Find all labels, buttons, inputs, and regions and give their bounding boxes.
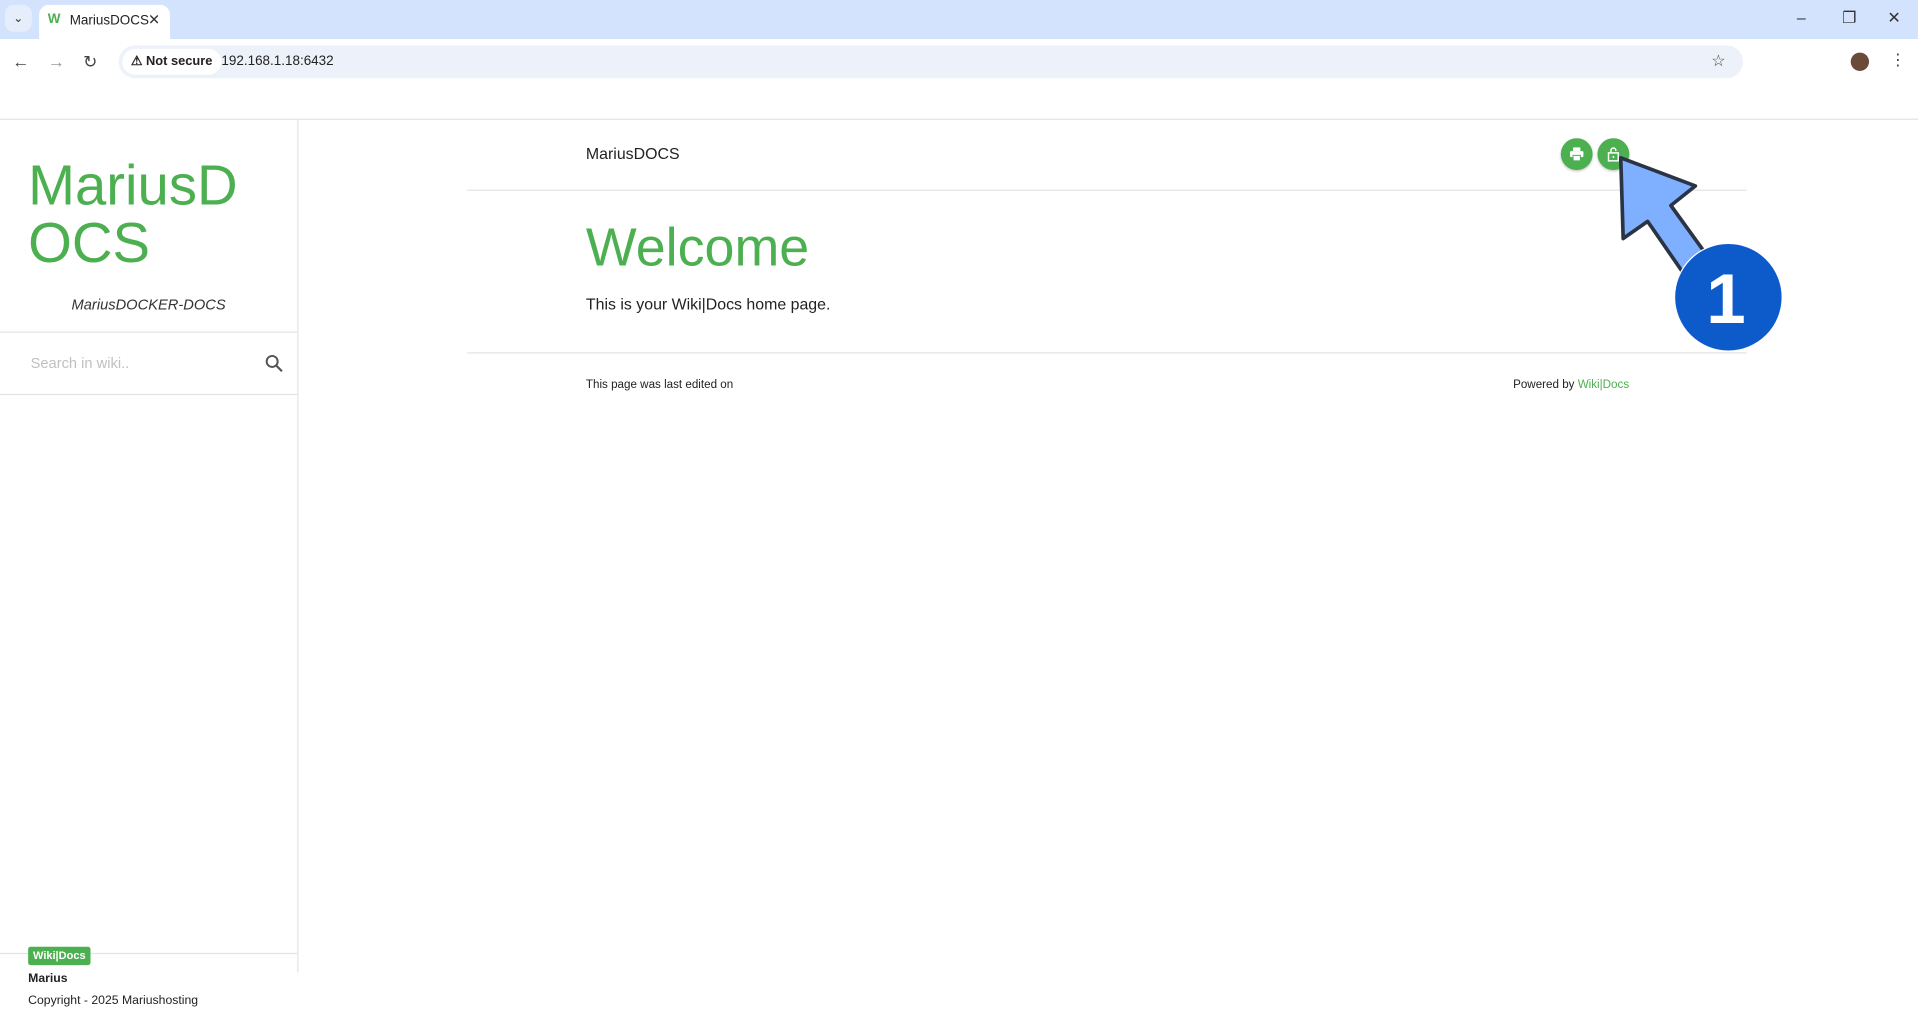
- annotation-arrow: [1618, 155, 1721, 291]
- page-heading: Welcome: [585, 217, 810, 278]
- bookmark-star-icon[interactable]: ☆: [1711, 51, 1725, 71]
- powered-by-label: Powered by: [1513, 377, 1575, 392]
- search-input[interactable]: [28, 353, 266, 374]
- favicon-icon: W: [47, 12, 61, 27]
- minimize-icon[interactable]: –: [1797, 9, 1806, 27]
- back-icon[interactable]: ←: [12, 51, 29, 71]
- warning-icon: ⚠: [130, 53, 146, 69]
- tab-search-button[interactable]: ⌄: [4, 4, 32, 32]
- close-tab-icon[interactable]: ✕: [148, 11, 160, 28]
- restore-icon[interactable]: ❐: [1842, 9, 1856, 29]
- security-chip[interactable]: ⚠ Not secure: [122, 48, 221, 75]
- last-edited: This page was last edited on: [585, 377, 734, 392]
- reload-icon[interactable]: ↻: [83, 51, 97, 72]
- page-body: This is your Wiki|Docs home page.: [585, 294, 831, 314]
- powered-by: Powered by Wiki|Docs: [1513, 378, 1629, 391]
- unlock-icon: [1607, 147, 1620, 162]
- annotation-step-circle: [1673, 242, 1783, 352]
- sidebar-subtitle: MariusDOCKER-DOCS: [71, 296, 226, 314]
- search-icon[interactable]: [264, 354, 284, 374]
- print-icon: [1569, 147, 1584, 162]
- tab-title: MariusDOCS: [69, 13, 149, 29]
- page-header-title[interactable]: MariusDOCS: [586, 144, 680, 162]
- divider: [0, 393, 298, 396]
- profile-avatar[interactable]: [1850, 52, 1870, 71]
- tab-strip: [0, 0, 1918, 40]
- browser-tab[interactable]: W MariusDOCS ✕: [39, 4, 171, 40]
- annotation-step-number: 1: [1706, 260, 1745, 339]
- print-button[interactable]: [1560, 138, 1593, 171]
- browser-menu-icon[interactable]: ⋮: [1890, 50, 1906, 70]
- divider: [467, 189, 1747, 191]
- close-window-icon[interactable]: ✕: [1887, 9, 1900, 29]
- forward-icon[interactable]: →: [48, 51, 65, 71]
- address-bar[interactable]: [118, 45, 1744, 79]
- url-text[interactable]: 192.168.1.18:6432: [221, 54, 333, 69]
- security-label: Not secure: [145, 53, 213, 69]
- wikidocs-badge: Wiki|Docs: [28, 946, 91, 966]
- sidebar-brand[interactable]: MariusDOCS: [28, 156, 273, 272]
- divider: [0, 331, 298, 333]
- login-button[interactable]: [1597, 138, 1630, 171]
- wikidocs-link[interactable]: Wiki|Docs: [1578, 378, 1629, 391]
- footer-copyright: Copyright - 2025 Mariushosting: [28, 994, 199, 1008]
- divider: [467, 352, 1747, 354]
- footer-name: Marius: [28, 972, 68, 986]
